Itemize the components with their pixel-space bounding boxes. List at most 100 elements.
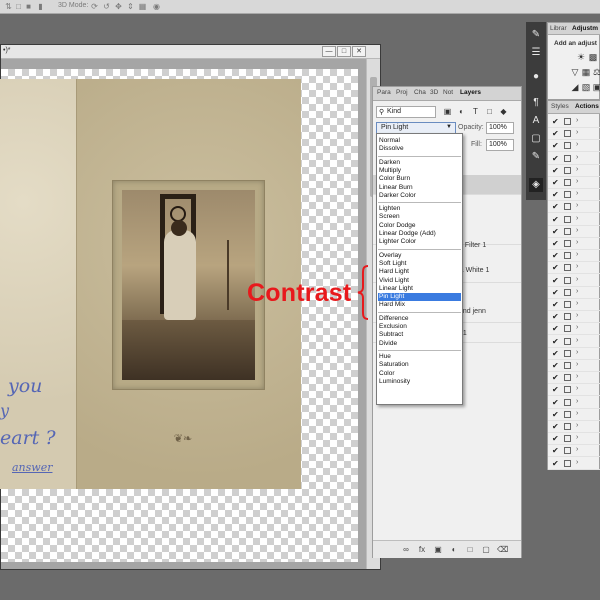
toggle-dialog-box[interactable] <box>564 179 571 186</box>
drag-3d-icon[interactable]: ✥ <box>114 2 123 11</box>
action-row[interactable]: ✔ › <box>548 153 600 165</box>
chevron-right-icon[interactable]: › <box>576 422 578 429</box>
check-icon[interactable]: ✔ <box>552 166 559 176</box>
toggle-dialog-box[interactable] <box>564 410 571 418</box>
blend-option[interactable]: Difference <box>378 315 461 323</box>
align-bottom-icon[interactable]: ▮ <box>36 2 45 11</box>
blend-option[interactable]: Lighten <box>378 205 461 213</box>
toggle-dialog-box[interactable] <box>564 386 571 394</box>
folder-icon[interactable]: □ <box>465 545 475 555</box>
blend-option[interactable]: Vivid Light <box>378 277 461 285</box>
chevron-right-icon[interactable]: › <box>576 324 578 331</box>
sliders-icon[interactable]: ☰ <box>529 46 543 60</box>
check-icon[interactable]: ✔ <box>552 324 559 334</box>
hue-icon[interactable]: ▦ <box>581 67 591 77</box>
tab-character[interactable]: Cha <box>414 89 426 96</box>
action-row[interactable]: ✔ › <box>548 177 600 189</box>
action-row[interactable]: ✔ › <box>548 445 600 458</box>
type-filter-icon[interactable]: T <box>471 107 480 116</box>
blend-option[interactable]: Linear Dodge (Add) <box>378 230 461 238</box>
chevron-right-icon[interactable]: › <box>576 263 578 270</box>
check-icon[interactable]: ✔ <box>552 459 559 469</box>
action-row[interactable]: ✔ › <box>548 384 600 397</box>
check-icon[interactable]: ✔ <box>552 373 559 383</box>
action-row[interactable]: ✔ › <box>548 311 600 324</box>
blend-option[interactable]: Linear Burn <box>378 184 461 192</box>
threshold-icon[interactable]: ▣ <box>592 82 600 92</box>
slide-3d-icon[interactable]: ⇕ <box>126 2 135 11</box>
check-icon[interactable]: ✔ <box>552 202 559 212</box>
action-row[interactable]: ✔ › <box>548 287 600 299</box>
paragraph-icon[interactable]: ¶ <box>529 96 543 110</box>
blend-option[interactable]: Hard Mix <box>378 301 461 309</box>
action-row[interactable]: ✔ › <box>548 372 600 385</box>
toggle-dialog-box[interactable] <box>564 264 571 272</box>
chevron-right-icon[interactable]: › <box>576 190 578 197</box>
chevron-right-icon[interactable]: › <box>576 288 578 295</box>
toggle-dialog-box[interactable] <box>564 301 571 308</box>
blend-option[interactable]: Multiply <box>378 167 461 175</box>
chevron-right-icon[interactable]: › <box>576 215 578 222</box>
toggle-dialog-box[interactable] <box>564 252 571 260</box>
invert-icon[interactable]: ◢ <box>570 82 580 92</box>
mask-icon[interactable]: ▣ <box>433 545 443 555</box>
new-layer-icon[interactable]: ▢ <box>481 545 491 555</box>
blend-option[interactable]: Normal <box>378 137 461 145</box>
action-row[interactable]: ✔ › <box>548 360 600 372</box>
check-icon[interactable]: ✔ <box>552 410 559 420</box>
chevron-right-icon[interactable]: › <box>576 227 578 234</box>
check-icon[interactable]: ✔ <box>552 422 559 432</box>
blend-option[interactable]: Luminosity <box>378 378 461 386</box>
blend-option[interactable]: Hard Light <box>378 268 461 276</box>
toggle-dialog-box[interactable] <box>564 374 571 382</box>
tab-libraries[interactable]: Librar <box>550 25 567 32</box>
toggle-dialog-box[interactable] <box>564 203 571 211</box>
chevron-right-icon[interactable]: › <box>576 117 578 124</box>
check-icon[interactable]: ✔ <box>552 141 559 151</box>
blend-option[interactable]: Dissolve <box>378 145 461 153</box>
toggle-dialog-box[interactable] <box>564 288 571 296</box>
action-row[interactable]: ✔ › <box>548 262 600 275</box>
chevron-right-icon[interactable]: › <box>576 349 578 356</box>
toggle-dialog-box[interactable] <box>564 227 571 235</box>
chevron-right-icon[interactable]: › <box>576 337 578 344</box>
chevron-right-icon[interactable]: › <box>576 141 578 148</box>
action-row[interactable]: ✔ › <box>548 128 600 141</box>
check-icon[interactable]: ✔ <box>552 434 559 444</box>
chevron-right-icon[interactable]: › <box>576 459 578 466</box>
check-icon[interactable]: ✔ <box>552 227 559 237</box>
check-icon[interactable]: ✔ <box>552 385 559 395</box>
action-row[interactable]: ✔ › <box>548 189 600 202</box>
tab-adjustments[interactable]: Adjustm <box>572 25 598 32</box>
check-icon[interactable]: ✔ <box>552 337 559 347</box>
check-icon[interactable]: ✔ <box>552 154 559 164</box>
chevron-right-icon[interactable]: › <box>576 178 578 185</box>
toggle-dialog-box[interactable] <box>564 276 571 284</box>
action-row[interactable]: ✔ › <box>548 275 600 287</box>
action-row[interactable]: ✔ › <box>548 458 600 470</box>
toggle-dialog-box[interactable] <box>564 423 571 430</box>
toggle-dialog-box[interactable] <box>564 130 571 138</box>
layers-icon[interactable]: ◈ <box>529 178 543 192</box>
toggle-dialog-box[interactable] <box>564 362 571 369</box>
action-row[interactable]: ✔ › <box>548 214 600 226</box>
blend-option[interactable]: Saturation <box>378 361 461 369</box>
toggle-dialog-box[interactable] <box>564 118 571 125</box>
check-icon[interactable]: ✔ <box>552 129 559 139</box>
close-button[interactable]: ✕ <box>352 46 366 57</box>
blend-option[interactable]: Exclusion <box>378 323 461 331</box>
check-icon[interactable]: ✔ <box>552 349 559 359</box>
action-row[interactable]: ✔ › <box>548 397 600 409</box>
layer-filter-select[interactable]: ⚲ Kind <box>376 106 436 118</box>
tab-layers[interactable]: Layers <box>460 89 481 96</box>
blend-option[interactable]: Soft Light <box>378 260 461 268</box>
distribute-icon[interactable]: □ <box>14 2 23 11</box>
character-icon[interactable]: A <box>529 114 543 128</box>
toggle-dialog-box[interactable] <box>564 166 571 174</box>
balance-icon[interactable]: ⚖ <box>592 67 600 77</box>
toggle-dialog-box[interactable] <box>564 142 571 150</box>
blend-option[interactable]: Subtract <box>378 331 461 339</box>
toggle-dialog-box[interactable] <box>564 325 571 333</box>
chevron-right-icon[interactable]: › <box>576 361 578 368</box>
tab-properties[interactable]: Proj <box>396 89 408 96</box>
